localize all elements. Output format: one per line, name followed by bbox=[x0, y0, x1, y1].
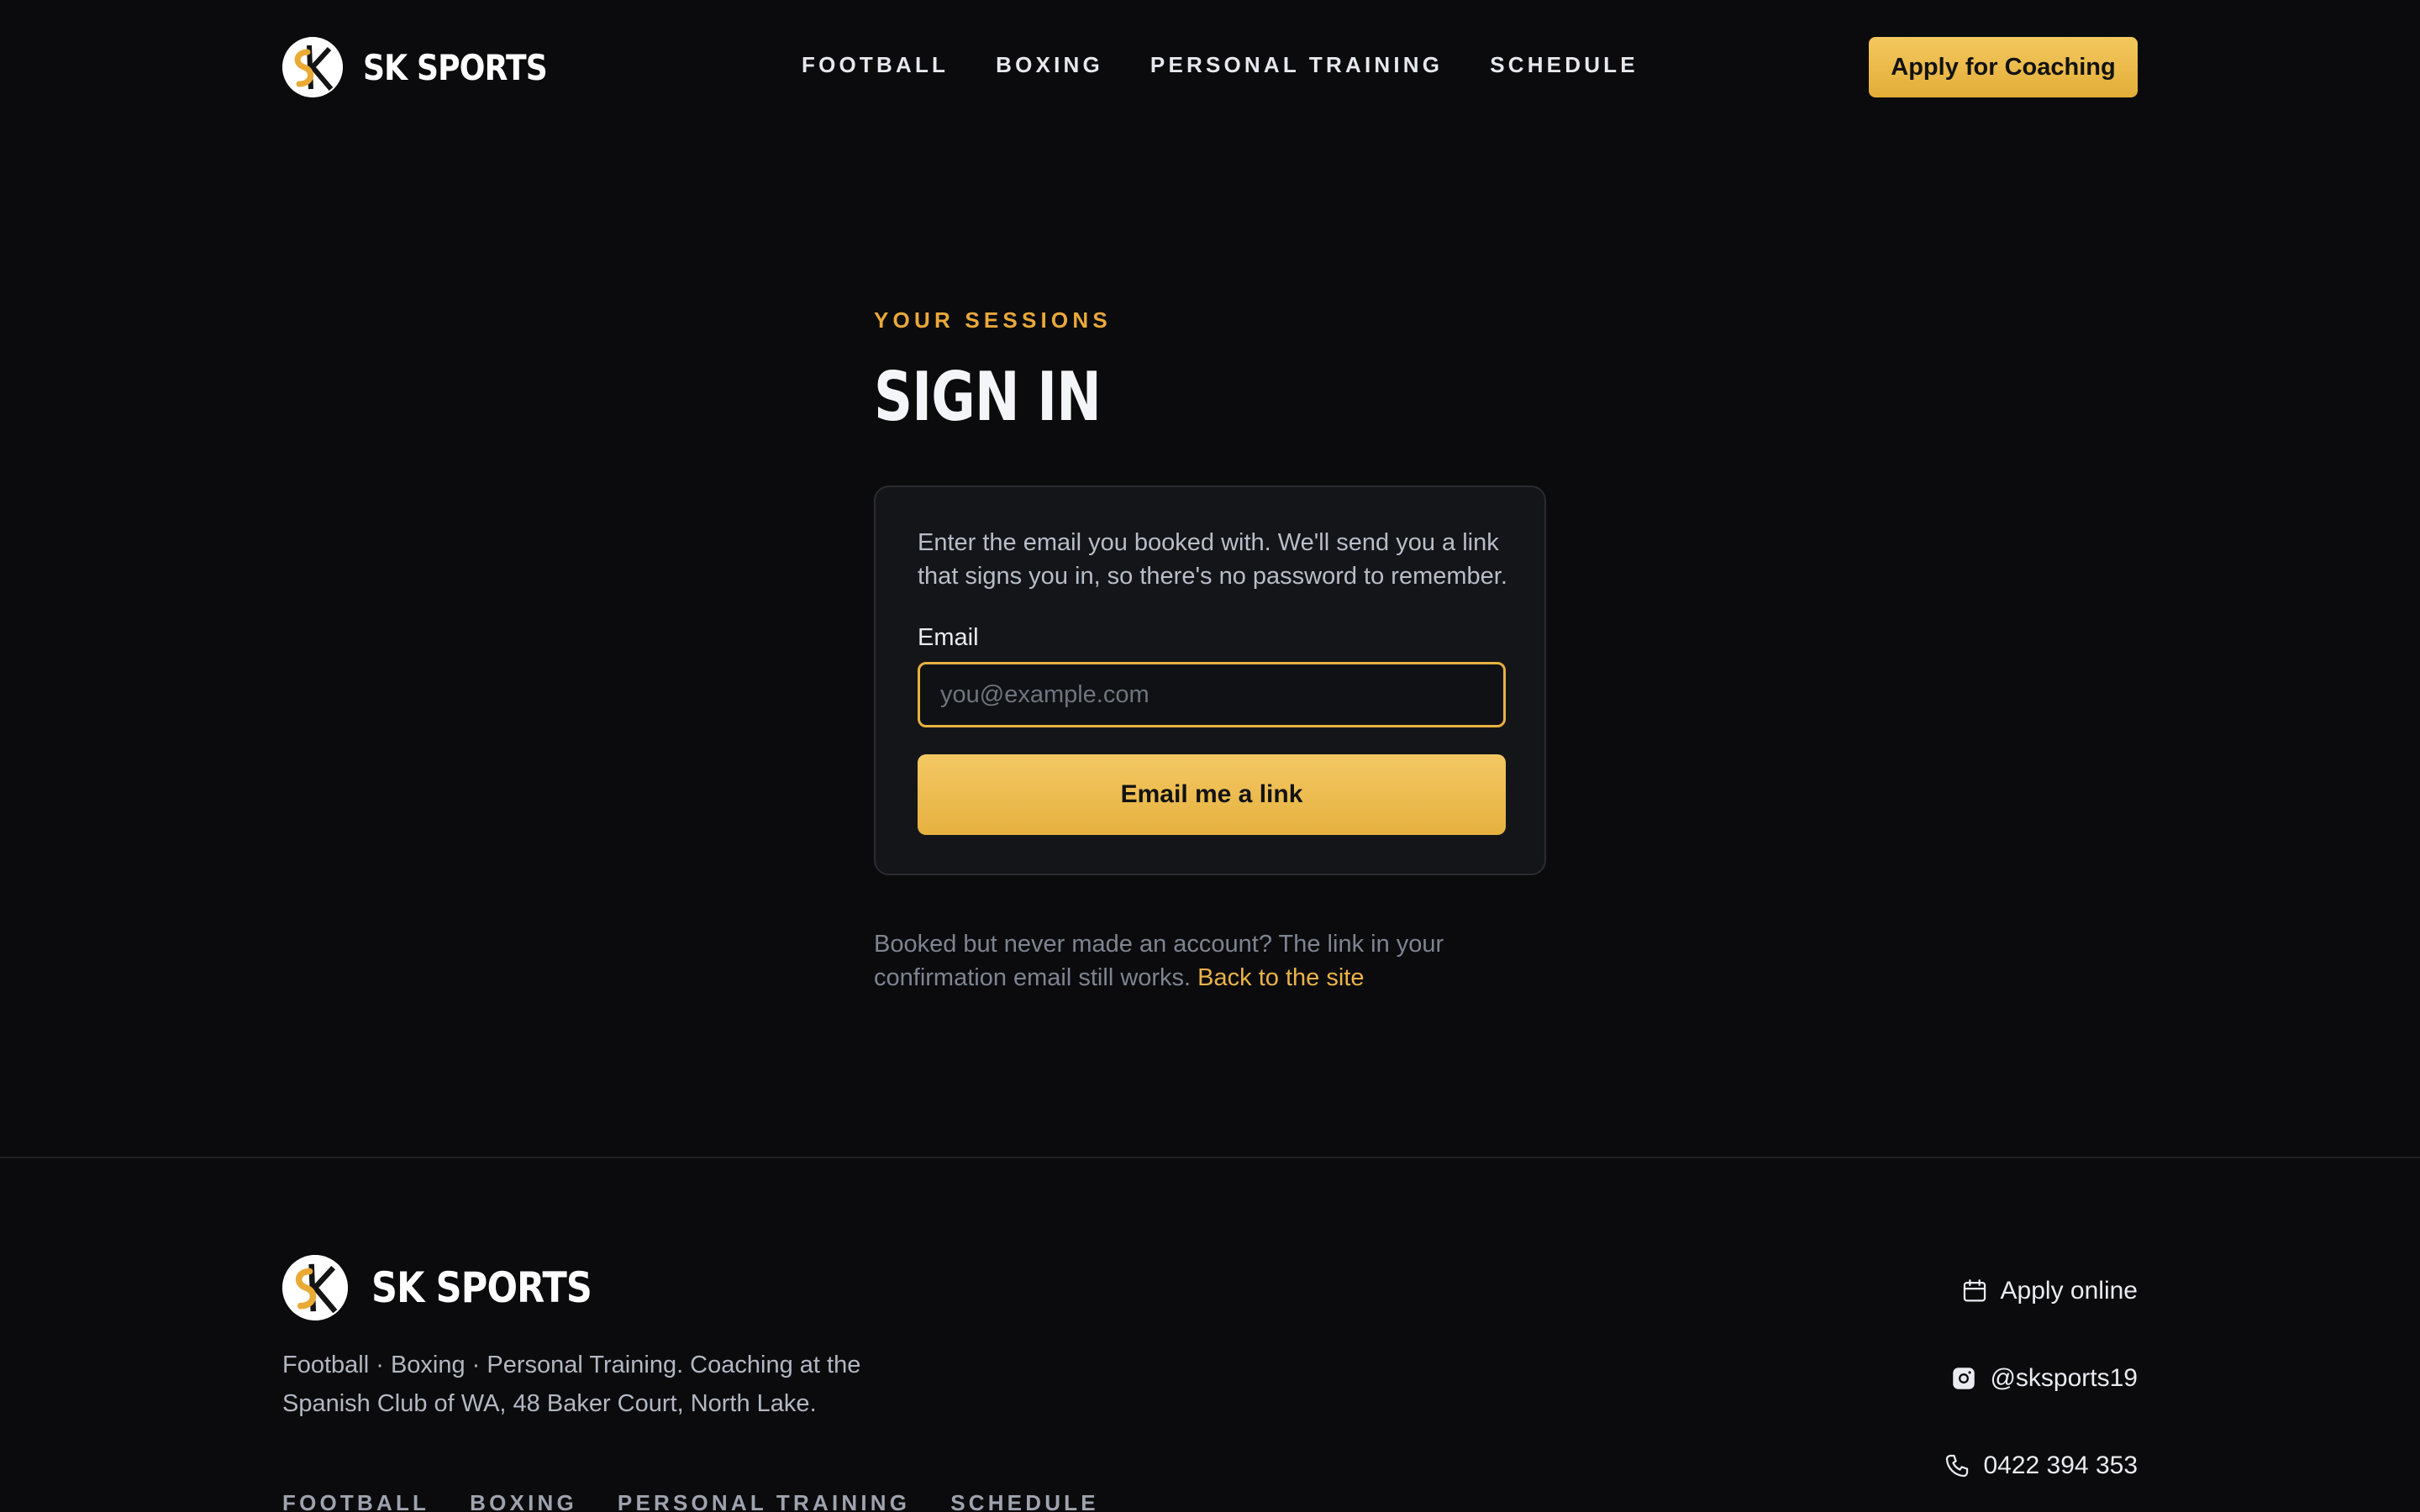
nav-schedule[interactable]: SCHEDULE bbox=[1490, 52, 1639, 78]
nav-boxing[interactable]: BOXING bbox=[996, 52, 1103, 78]
footer-nav-personal-training[interactable]: PERSONAL TRAINING bbox=[618, 1490, 910, 1512]
nav-personal-training[interactable]: PERSONAL TRAINING bbox=[1150, 52, 1443, 78]
sk-logo-icon bbox=[282, 37, 343, 97]
instagram-link[interactable]: @sksports19 bbox=[1949, 1364, 2138, 1393]
footer-nav-schedule[interactable]: SCHEDULE bbox=[950, 1490, 1099, 1512]
back-to-site-link[interactable]: Back to the site bbox=[1197, 964, 1364, 991]
instagram-handle: @sksports19 bbox=[1990, 1364, 2138, 1392]
brand-home-link[interactable]: SK SPORTS bbox=[282, 37, 577, 97]
sk-logo-icon bbox=[282, 1255, 348, 1320]
footer-brand[interactable]: SK SPORTS bbox=[282, 1255, 628, 1320]
footer-brand-name: SK SPORTS bbox=[371, 1263, 592, 1312]
footer-description: Football · Boxing · Personal Training. C… bbox=[282, 1352, 861, 1417]
footer-nav-boxing[interactable]: BOXING bbox=[470, 1490, 577, 1512]
instagram-icon bbox=[1953, 1368, 1975, 1389]
apply-online-label: Apply online bbox=[2000, 1277, 2138, 1305]
phone-icon bbox=[1946, 1454, 1969, 1478]
email-input[interactable] bbox=[918, 662, 1506, 727]
phone-link[interactable]: 0422 394 353 bbox=[1943, 1452, 2138, 1480]
signin-card: Enter the email you booked with. We'll s… bbox=[874, 486, 1546, 875]
page-title: SIGN IN bbox=[874, 358, 1102, 436]
calendar-icon bbox=[1963, 1279, 1986, 1302]
footer-divider bbox=[0, 1157, 2420, 1158]
brand-name: SK SPORTS bbox=[363, 46, 548, 88]
footer-nav: FOOTBALL BOXING PERSONAL TRAINING SCHEDU… bbox=[282, 1490, 1099, 1512]
email-me-a-link-button[interactable]: Email me a link bbox=[918, 754, 1506, 835]
section-eyebrow: YOUR SESSIONS bbox=[874, 307, 1112, 333]
nav-football[interactable]: FOOTBALL bbox=[802, 52, 949, 78]
main-nav: FOOTBALL BOXING PERSONAL TRAINING SCHEDU… bbox=[802, 52, 1639, 78]
signin-description: Enter the email you booked with. We'll s… bbox=[918, 529, 1507, 590]
phone-number: 0422 394 353 bbox=[1983, 1452, 2138, 1479]
footer-nav-football[interactable]: FOOTBALL bbox=[282, 1490, 429, 1512]
email-label: Email bbox=[918, 624, 979, 651]
site-header: SK SPORTS FOOTBALL BOXING PERSONAL TRAIN… bbox=[0, 0, 2420, 134]
signin-footnote: Booked but never made an account? The li… bbox=[874, 927, 1512, 995]
apply-for-coaching-button[interactable]: Apply for Coaching bbox=[1869, 37, 2138, 97]
apply-online-link[interactable]: Apply online bbox=[1960, 1277, 2138, 1305]
